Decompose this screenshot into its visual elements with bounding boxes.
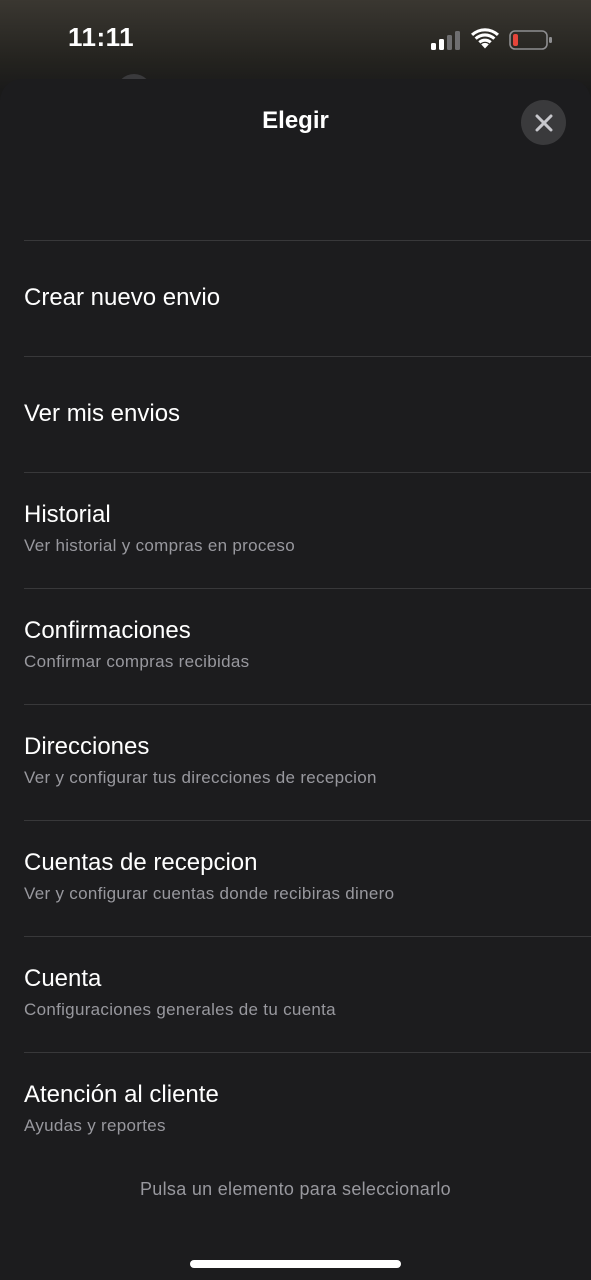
menu-item-subtitle: Confirmar compras recibidas (24, 652, 250, 671)
sheet-title: Elegir (262, 107, 329, 134)
battery-icon (509, 30, 552, 50)
close-button[interactable] (521, 100, 566, 145)
menu-item-cuentas-de-recepcion[interactable]: Cuentas de recepcion Ver y configurar cu… (24, 820, 591, 936)
menu-item-title: Crear nuevo envio (24, 284, 221, 311)
home-indicator[interactable] (190, 1260, 401, 1268)
menu-item-cuenta[interactable]: Cuenta Configuraciones generales de tu c… (24, 936, 591, 1052)
menu-item-title: Direcciones (24, 733, 150, 760)
menu-item-subtitle: Ver historial y compras en proceso (24, 536, 295, 555)
wifi-icon (471, 28, 499, 49)
menu-item-atencion-al-cliente[interactable]: Atención al cliente Ayudas y reportes (24, 1052, 591, 1137)
screen: 11:11 Elegir Crear nuevo envio Ver mis e… (0, 0, 591, 1280)
menu-item-title: Atención al cliente (24, 1081, 219, 1108)
menu-item-subtitle: Ayudas y reportes (24, 1116, 166, 1135)
menu-item-title: Ver mis envios (24, 400, 181, 427)
menu-item-subtitle: Ver y configurar tus direcciones de rece… (24, 768, 377, 787)
status-time: 11:11 (68, 22, 135, 52)
menu-item-confirmaciones[interactable]: Confirmaciones Confirmar compras recibid… (24, 588, 591, 704)
menu-item-title: Cuentas de recepcion (24, 849, 258, 876)
menu-item-title: Historial (24, 501, 111, 528)
selection-hint: Pulsa un elemento para seleccionarlo (140, 1179, 451, 1199)
menu-item-crear-nuevo-envio[interactable]: Crear nuevo envio (24, 240, 591, 356)
status-bar: 11:11 (0, 0, 591, 80)
menu-item-direcciones[interactable]: Direcciones Ver y configurar tus direcci… (24, 704, 591, 820)
menu-item-title: Confirmaciones (24, 617, 191, 644)
menu-item-historial[interactable]: Historial Ver historial y compras en pro… (24, 472, 591, 588)
choose-sheet: Elegir Crear nuevo envio Ver mis envios … (0, 79, 591, 1280)
close-icon (535, 114, 552, 131)
cellular-signal-icon (431, 31, 460, 50)
menu-item-title: Cuenta (24, 965, 102, 992)
menu-item-subtitle: Configuraciones generales de tu cuenta (24, 1000, 336, 1019)
menu-item-ver-mis-envios[interactable]: Ver mis envios (24, 356, 591, 472)
menu-list: Crear nuevo envio Ver mis envios Histori… (0, 240, 591, 1137)
menu-item-subtitle: Ver y configurar cuentas donde recibiras… (24, 884, 395, 903)
